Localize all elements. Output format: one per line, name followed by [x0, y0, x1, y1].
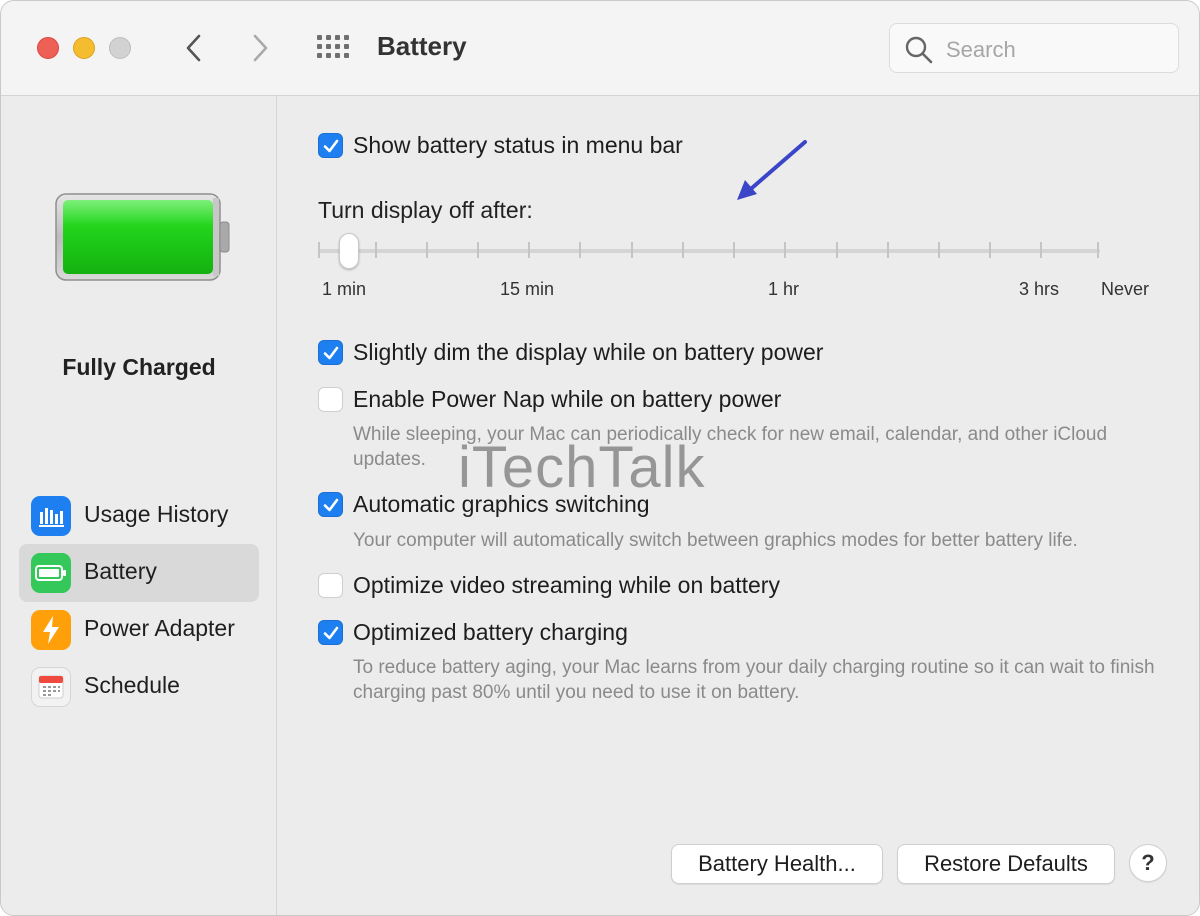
slider-tick [836, 242, 838, 258]
display-off-slider-knob[interactable] [339, 233, 359, 269]
slider-tick [938, 242, 940, 258]
chevron-left-icon [186, 34, 201, 62]
dim-display-checkbox[interactable] [318, 340, 343, 365]
minimize-button[interactable] [73, 37, 95, 59]
checkmark-icon [323, 626, 339, 640]
forward-button[interactable] [240, 29, 280, 67]
bolt-icon [31, 610, 71, 650]
checkmark-icon [323, 139, 339, 153]
optimized-charging-checkbox[interactable] [318, 620, 343, 645]
slider-tick [887, 242, 889, 258]
annotation-arrow-icon [737, 140, 807, 200]
slider-tick [477, 242, 479, 258]
show-battery-status-checkbox[interactable] [318, 133, 343, 158]
battery-health-button[interactable]: Battery Health... [671, 844, 883, 884]
slider-tick [579, 242, 581, 258]
graphics-switching-description: Your computer will automatically switch … [353, 530, 1078, 551]
search-field[interactable]: Search [889, 23, 1179, 73]
close-button[interactable] [37, 37, 59, 59]
slider-tick [682, 242, 684, 258]
slider-tick [1040, 242, 1042, 258]
search-icon [905, 36, 933, 64]
calendar-icon [31, 667, 71, 707]
slider-tick [1097, 242, 1099, 258]
back-button[interactable] [174, 29, 214, 67]
sidebar-item-battery[interactable]: Battery [19, 544, 259, 602]
watermark: iTechTalk [458, 435, 706, 500]
optimized-charging-description: To reduce battery aging, your Mac learns… [353, 657, 1155, 703]
power-nap-label: Enable Power Nap while on battery power [353, 386, 782, 412]
slider-tick [784, 242, 786, 258]
bar-chart-icon [31, 496, 71, 536]
battery-status-icon [55, 193, 230, 281]
search-placeholder: Search [946, 37, 1016, 62]
slider-tick [733, 242, 735, 258]
display-off-label: Turn display off after: [318, 197, 533, 223]
zoom-button[interactable] [109, 37, 131, 59]
slider-tick [426, 242, 428, 258]
checkmark-icon [323, 346, 339, 360]
slider-tick [528, 242, 530, 258]
show-battery-status-label: Show battery status in menu bar [353, 132, 683, 158]
battery-settings-pane: Show battery status in menu bar Turn dis… [278, 96, 1199, 915]
slider-tick [989, 242, 991, 258]
titlebar: Battery Search [1, 1, 1199, 96]
help-button[interactable]: ? [1129, 844, 1167, 882]
slider-tick [631, 242, 633, 258]
display-off-slider-track[interactable] [318, 249, 1100, 253]
power-nap-checkbox[interactable] [318, 387, 343, 412]
graphics-switching-checkbox[interactable] [318, 492, 343, 517]
slider-tick-label: 3 hrs [1019, 279, 1060, 299]
slider-tick-label: 1 hr [768, 279, 800, 299]
sidebar-item-power-adapter[interactable]: Power Adapter [19, 601, 259, 659]
sidebar-item-usage-history[interactable]: Usage History [19, 487, 259, 545]
slider-tick-label: 15 min [500, 279, 555, 299]
show-all-grid-icon[interactable] [313, 29, 355, 67]
video-streaming-label: Optimize video streaming while on batter… [353, 572, 780, 598]
dim-display-label: Slightly dim the display while on batter… [353, 339, 824, 365]
restore-defaults-button[interactable]: Restore Defaults [897, 844, 1115, 884]
optimized-charging-label: Optimized battery charging [353, 619, 628, 645]
battery-status-text: Fully Charged [62, 354, 216, 380]
slider-tick-label: Never [1101, 279, 1150, 299]
window-title: Battery [377, 31, 467, 61]
sidebar-item-label: Power Adapter [84, 615, 235, 641]
preferences-window: Battery Search Fully Charged Usage Histo… [0, 0, 1200, 916]
sidebar-item-label: Battery [84, 558, 157, 584]
chevron-right-icon [253, 34, 268, 62]
sidebar-item-label: Usage History [84, 501, 229, 527]
sidebar-item-label: Schedule [84, 672, 180, 698]
slider-tick [375, 242, 377, 258]
sidebar: Fully Charged Usage History Battery Powe… [1, 96, 277, 915]
video-streaming-checkbox[interactable] [318, 573, 343, 598]
battery-icon [31, 553, 71, 593]
slider-tick [318, 242, 320, 258]
slider-tick-label: 1 min [322, 279, 367, 299]
sidebar-item-schedule[interactable]: Schedule [19, 658, 259, 716]
checkmark-icon [323, 498, 339, 512]
